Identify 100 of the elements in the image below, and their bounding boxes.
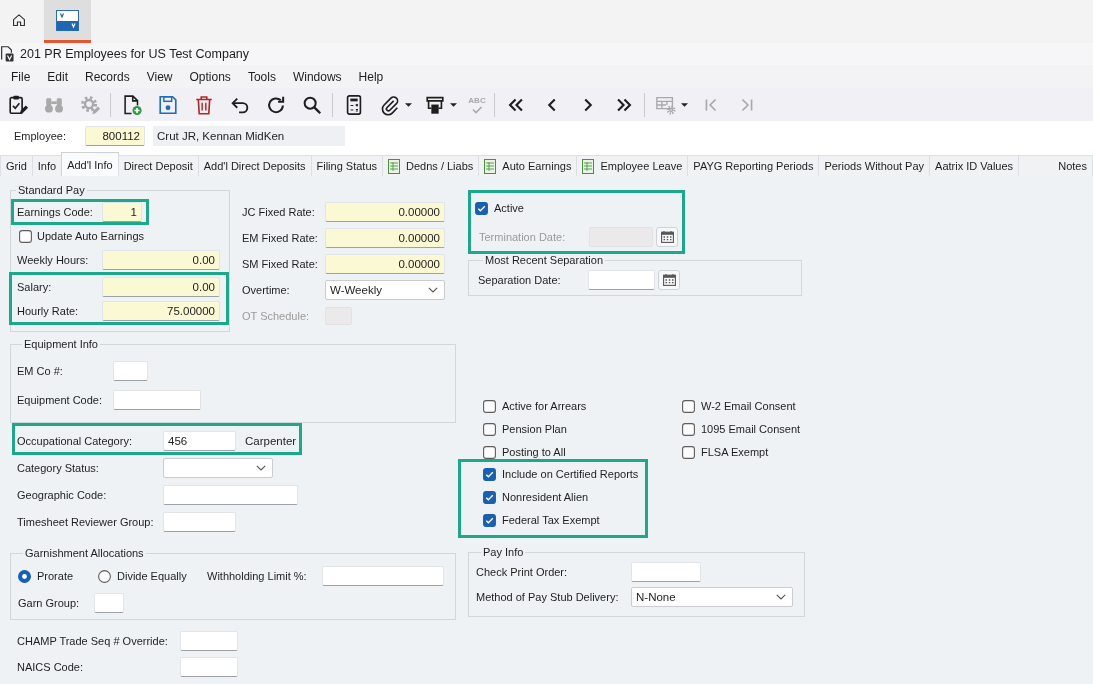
save-icon[interactable] — [157, 93, 179, 116]
field-label: Withholding Limit %: — [207, 570, 308, 582]
checkbox-label: Active — [494, 202, 524, 214]
input-field[interactable]: 0.00 — [102, 250, 220, 270]
field-label: Geographic Code: — [17, 489, 108, 501]
field-label: Hourly Rate: — [17, 305, 80, 317]
menu-item[interactable]: Tools — [247, 69, 276, 84]
field-label: Method of Pay Stub Delivery: — [476, 591, 620, 603]
input-field[interactable] — [180, 657, 238, 677]
radio-button[interactable] — [98, 569, 111, 583]
new-document-icon[interactable] — [121, 93, 143, 116]
tab[interactable]: Filing Status — [310, 155, 384, 176]
menu-item[interactable]: Edit — [47, 69, 69, 84]
checkbox[interactable] — [483, 467, 496, 481]
checkbox[interactable] — [19, 229, 32, 243]
radio-label: Divide Equally — [117, 570, 187, 582]
menu-item[interactable]: Help — [358, 69, 384, 84]
field-label: Timesheet Reviewer Group: — [17, 516, 155, 528]
menu-item[interactable]: Options — [189, 69, 231, 84]
field-label: Occupational Category: — [17, 435, 133, 447]
input-field[interactable]: 1 — [102, 202, 142, 222]
input-field[interactable] — [163, 485, 298, 505]
dropdown[interactable]: W-Weekly — [325, 280, 445, 300]
trash-icon[interactable] — [193, 93, 215, 116]
checkbox[interactable] — [483, 399, 496, 413]
caret-icon[interactable] — [450, 102, 457, 107]
tab[interactable]: Auto Earnings — [478, 155, 578, 176]
checkbox[interactable] — [483, 513, 496, 527]
menu-item[interactable]: Windows — [292, 69, 342, 84]
calendar-icon — [662, 274, 676, 286]
field-label: Weekly Hours: — [17, 254, 90, 266]
checkbox-label: FLSA Exempt — [701, 446, 769, 458]
field-label: Termination Date: — [479, 231, 567, 243]
group-title: Garnishment Allocations — [24, 547, 145, 560]
input-field[interactable] — [113, 361, 148, 381]
checkbox[interactable] — [483, 422, 496, 436]
checkbox[interactable] — [475, 201, 488, 215]
field-label: Check Print Order: — [476, 566, 569, 578]
tab[interactable]: Periods Without Pay — [818, 155, 931, 176]
checkbox[interactable] — [682, 445, 695, 459]
dropdown[interactable]: N-None — [631, 587, 793, 607]
tab[interactable]: Add'l Info — [61, 152, 119, 176]
radio-label: Prorate — [37, 570, 74, 582]
caret-icon[interactable] — [405, 102, 412, 107]
input-field[interactable] — [113, 390, 201, 410]
tab[interactable]: Notes — [1018, 155, 1093, 176]
paperclip-icon[interactable] — [379, 93, 401, 116]
menu-item[interactable]: View — [146, 69, 173, 84]
checkbox[interactable] — [682, 422, 695, 436]
clipboard-check-icon[interactable] — [7, 93, 29, 116]
group-title: Most Recent Separation — [484, 254, 604, 267]
input-field[interactable]: 800112 — [85, 126, 145, 146]
tab[interactable]: Add'l Direct Deposits — [197, 155, 312, 176]
input-field[interactable]: 456 — [163, 431, 236, 451]
input-field[interactable] — [180, 631, 238, 651]
menu-item[interactable]: Records — [85, 69, 130, 84]
field-label: NAICS Code: — [17, 661, 85, 673]
field-label: Employee: — [14, 129, 67, 144]
checkbox[interactable] — [483, 445, 496, 459]
field-label: EM Co #: — [17, 365, 64, 377]
checkbox-label: Posting to All — [502, 446, 566, 458]
checkbox-label: Nonresident Alien — [502, 491, 589, 503]
tab[interactable]: Employee Leave — [576, 155, 689, 176]
input-field[interactable] — [588, 270, 655, 290]
checkbox-label: Include on Certified Reports — [502, 468, 639, 480]
chevron-down-icon — [256, 465, 266, 471]
input-field[interactable]: 0.00000 — [325, 228, 445, 248]
group-title: Equipment Info — [23, 338, 99, 351]
radio-button[interactable] — [18, 569, 31, 583]
input-field[interactable] — [322, 566, 444, 586]
menu-item[interactable]: File — [11, 69, 31, 84]
field-label: CHAMP Trade Seq # Override: — [17, 635, 169, 647]
checkbox-label: Federal Tax Exempt — [502, 514, 600, 526]
chevron-down-icon — [776, 594, 786, 600]
tab[interactable]: Grid — [0, 155, 33, 176]
tab[interactable]: Dedns / Liabs — [382, 155, 480, 176]
tab[interactable]: PAYG Reporting Periods — [687, 155, 820, 176]
input-field[interactable]: 75.00000 — [102, 301, 220, 321]
input-field[interactable] — [94, 593, 124, 613]
input-field[interactable]: 0.00000 — [325, 202, 445, 222]
home-icon — [12, 13, 26, 27]
checkbox-label: W-2 Email Consent — [701, 400, 796, 412]
description-text: Carpenter — [245, 435, 297, 447]
app-tab[interactable] — [44, 0, 91, 43]
tab[interactable]: Direct Deposit — [117, 155, 199, 176]
calendar-button[interactable] — [658, 270, 680, 290]
input-field[interactable]: 0.00000 — [325, 254, 445, 274]
tab[interactable]: Aatrix ID Values — [929, 155, 1020, 176]
calendar-button[interactable] — [656, 227, 678, 247]
field-label: OT Schedule: — [242, 310, 311, 322]
input-field[interactable]: 0.00 — [102, 277, 220, 297]
checkbox[interactable] — [682, 399, 695, 413]
input-field[interactable] — [631, 562, 701, 582]
checkbox-label: Active for Arrears — [502, 400, 587, 412]
window-title: 201 PR Employees for US Test Company — [20, 47, 250, 61]
chevron-down-icon — [428, 287, 438, 293]
checkbox[interactable] — [483, 490, 496, 504]
field-label: Overtime: — [242, 284, 291, 296]
input-field[interactable] — [163, 512, 236, 532]
field-label: Garn Group: — [18, 597, 81, 609]
